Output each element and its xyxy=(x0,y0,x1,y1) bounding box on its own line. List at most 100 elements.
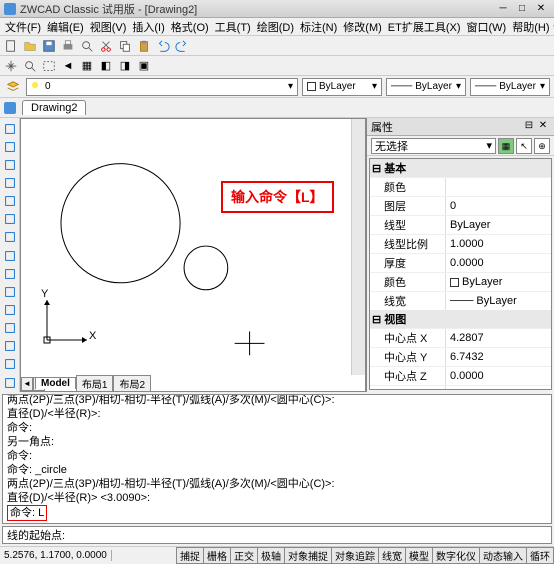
properties-panel: 属性 ⊟ ✕ 无选择▾ ▦ ↖ ⊕ ⊟基本颜色图层0线型ByLayer线型比例1… xyxy=(366,118,554,392)
command-history[interactable]: 命令: _options命令:命令: _circle两点(2P)/三点(3P)/… xyxy=(2,394,552,524)
props-group-header[interactable]: ⊟基本 xyxy=(370,159,551,177)
props-row[interactable]: 厚度0.0000 xyxy=(370,253,551,272)
linetype-dropdown[interactable]: ───ByLayer▾ xyxy=(386,78,466,96)
status-toggle[interactable]: 栅格 xyxy=(203,547,231,564)
polygon-tool-icon[interactable] xyxy=(1,193,19,210)
layer-mgr-icon[interactable] xyxy=(4,78,22,96)
circle-tool-icon[interactable] xyxy=(1,247,19,264)
status-toggle[interactable]: 极轴 xyxy=(257,547,285,564)
menu-item[interactable]: 插入(I) xyxy=(129,19,167,35)
menu-item[interactable]: 文件(F) xyxy=(2,19,44,35)
xline-tool-icon[interactable] xyxy=(1,156,19,173)
menu-item[interactable]: 编辑(E) xyxy=(44,19,87,35)
close-button[interactable]: ✕ xyxy=(532,2,550,16)
layout-tab[interactable]: 布局2 xyxy=(113,375,151,391)
undo-icon[interactable] xyxy=(154,37,172,55)
menu-item[interactable]: 绘图(D) xyxy=(254,19,297,35)
open-icon[interactable] xyxy=(21,37,39,55)
hatch-tool-icon[interactable] xyxy=(1,301,19,318)
menu-item[interactable]: 窗口(W) xyxy=(464,19,510,35)
panel-close-icon[interactable]: ✕ xyxy=(536,120,550,134)
panel-pin-icon[interactable]: ⊟ xyxy=(522,120,536,134)
zoom-window-icon[interactable] xyxy=(40,57,58,75)
props-row[interactable]: 线型比例1.0000 xyxy=(370,234,551,253)
save-icon[interactable] xyxy=(40,37,58,55)
menu-item[interactable]: 视图(V) xyxy=(87,19,130,35)
pan-icon[interactable] xyxy=(2,57,20,75)
props-row[interactable]: 线型ByLayer xyxy=(370,215,551,234)
status-toggle[interactable]: 模型 xyxy=(405,547,433,564)
ellipse-tool-icon[interactable] xyxy=(1,283,19,300)
status-toggle[interactable]: 数字化仪 xyxy=(432,547,480,564)
point-tool-icon[interactable] xyxy=(1,320,19,337)
cut-icon[interactable] xyxy=(97,37,115,55)
polyline-tool-icon[interactable] xyxy=(1,174,19,191)
paste-icon[interactable] xyxy=(135,37,153,55)
status-toggle[interactable]: 正交 xyxy=(230,547,258,564)
zoom-icon[interactable] xyxy=(21,57,39,75)
menu-item[interactable]: 格式(O) xyxy=(168,19,212,35)
tool-c-icon[interactable]: ◨ xyxy=(116,57,134,75)
props-grid[interactable]: ⊟基本颜色图层0线型ByLayer线型比例1.0000厚度0.0000颜色ByL… xyxy=(369,158,552,390)
line-tool-icon[interactable] xyxy=(1,120,19,137)
ray-tool-icon[interactable] xyxy=(1,138,19,155)
select-objects-icon[interactable]: ↖ xyxy=(516,138,532,154)
props-row[interactable]: 中心点 Y6.7432 xyxy=(370,347,551,366)
menu-item[interactable]: 工具(T) xyxy=(212,19,254,35)
arc-tool-icon[interactable] xyxy=(1,229,19,246)
table-tool-icon[interactable] xyxy=(1,374,19,391)
props-row[interactable]: 中心点 X4.2807 xyxy=(370,328,551,347)
window-title: ZWCAD Classic 试用版 - [Drawing2] xyxy=(20,1,493,17)
status-toggle[interactable]: 动态输入 xyxy=(479,547,527,564)
new-icon[interactable] xyxy=(2,37,20,55)
copy-icon[interactable] xyxy=(116,37,134,55)
ucs-icon: X Y xyxy=(39,294,93,351)
zoom-prev-icon[interactable]: ◄ xyxy=(59,57,77,75)
layout-tab[interactable]: Model xyxy=(35,377,76,389)
status-toggle[interactable]: 对象追踪 xyxy=(331,547,379,564)
tool-d-icon[interactable]: ▣ xyxy=(135,57,153,75)
props-row[interactable]: 线宽───ByLayer xyxy=(370,291,551,310)
props-row[interactable]: 中心点 Z0.0000 xyxy=(370,366,551,385)
menubar: 文件(F)编辑(E)视图(V)插入(I)格式(O)工具(T)绘图(D)标注(N)… xyxy=(0,18,554,36)
status-bar: 5.2576, 1.1700, 0.0000 捕捉栅格正交极轴对象捕捉对象追踪线… xyxy=(0,546,554,564)
vertical-scrollbar[interactable] xyxy=(351,119,365,375)
layer-dropdown[interactable]: 0 ▾ xyxy=(26,78,298,96)
print-icon[interactable] xyxy=(59,37,77,55)
props-group-header[interactable]: ⊟视图 xyxy=(370,310,551,328)
doc-tab[interactable]: Drawing2 xyxy=(22,100,86,115)
command-input[interactable]: 线的起始点: xyxy=(2,526,552,544)
props-row[interactable]: 颜色 xyxy=(370,177,551,196)
region-tool-icon[interactable] xyxy=(1,356,19,373)
props-row[interactable]: 颜色ByLayer xyxy=(370,272,551,291)
maximize-button[interactable]: □ xyxy=(513,2,531,16)
lineweight-dropdown[interactable]: ───ByLayer▾ xyxy=(470,78,550,96)
color-dropdown[interactable]: ByLayer▾ xyxy=(302,78,382,96)
props-row[interactable]: 高度11.4669 xyxy=(370,385,551,390)
spline-tool-icon[interactable] xyxy=(1,265,19,282)
pickadd-icon[interactable]: ⊕ xyxy=(534,138,550,154)
rect-tool-icon[interactable] xyxy=(1,211,19,228)
tool-b-icon[interactable]: ◧ xyxy=(97,57,115,75)
menu-item[interactable]: 标注(N) xyxy=(297,19,340,35)
minimize-button[interactable]: ─ xyxy=(494,2,512,16)
tool-a-icon[interactable]: ▦ xyxy=(78,57,96,75)
menu-item[interactable]: 修改(M) xyxy=(340,19,385,35)
menu-item[interactable]: ET扩展工具(X) xyxy=(385,19,464,35)
status-toggle[interactable]: 捕捉 xyxy=(176,547,204,564)
props-title-label: 属性 xyxy=(371,119,522,135)
doc-tabs: Drawing2 xyxy=(0,98,554,118)
status-toggle[interactable]: 循环 xyxy=(526,547,554,564)
status-toggle[interactable]: 对象捕捉 xyxy=(284,547,332,564)
draw-toolbar xyxy=(0,118,20,392)
status-toggle[interactable]: 线宽 xyxy=(378,547,406,564)
props-row[interactable]: 图层0 xyxy=(370,196,551,215)
preview-icon[interactable] xyxy=(78,37,96,55)
layout-tab[interactable]: 布局1 xyxy=(76,375,114,391)
menu-item[interactable]: 帮助(H) xyxy=(509,19,552,35)
redo-icon[interactable] xyxy=(173,37,191,55)
selection-dropdown[interactable]: 无选择▾ xyxy=(371,138,496,154)
text-tool-icon[interactable] xyxy=(1,338,19,355)
quick-select-icon[interactable]: ▦ xyxy=(498,138,514,154)
drawing-canvas[interactable]: X Y 输入命令【L】 ◄► Model布局1布局2 xyxy=(20,118,366,392)
